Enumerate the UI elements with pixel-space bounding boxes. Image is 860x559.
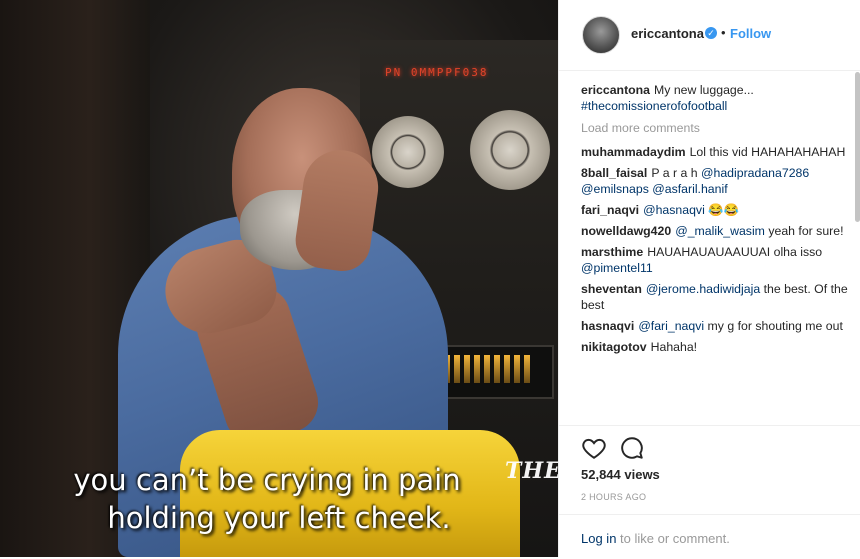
vu-meter-panel bbox=[430, 345, 554, 399]
comment-mention[interactable]: @asfaril.hanif bbox=[652, 182, 727, 196]
led-readout: PN 0MMPPF038 bbox=[385, 66, 489, 79]
comment-row: fari_naqvi @hasnaqvi 😂😂 bbox=[581, 202, 851, 218]
comment-row: muhammadaydim Lol this vid HAHAHAHAHAH bbox=[581, 144, 851, 160]
comment-username[interactable]: sheventan bbox=[581, 282, 642, 296]
comment-bubble-icon[interactable] bbox=[619, 435, 645, 461]
post-caption: ericcantona My new luggage... #thecomissi… bbox=[581, 82, 851, 114]
comment-row: marsthime HAUAHAUAUAAUUAI olha isso @pime… bbox=[581, 244, 851, 276]
post-timestamp[interactable]: 2 HOURS AGO bbox=[581, 492, 646, 502]
comment-username[interactable]: muhammadaydim bbox=[581, 145, 686, 159]
post-actions: 52,844 views 2 HOURS AGO Log in to like … bbox=[559, 425, 860, 558]
comment-text: yeah for sure! bbox=[764, 224, 844, 238]
comment-mention[interactable]: @hasnaqvi bbox=[643, 203, 705, 217]
video-subtitle-line-2: holding your left cheek. bbox=[107, 501, 451, 535]
comment-mention[interactable]: @_malik_wasim bbox=[675, 224, 765, 238]
comment-text: HAUAHAUAUAAUUAI olha isso bbox=[647, 245, 823, 259]
follow-button[interactable]: Follow bbox=[730, 26, 771, 41]
comment-mention[interactable]: @jerome.hadiwidjaja bbox=[646, 282, 760, 296]
post-side-panel: ericcantona ✓ • Follow ericcantona My new… bbox=[558, 0, 860, 557]
comment-username[interactable]: fari_naqvi bbox=[581, 203, 639, 217]
verified-badge-icon: ✓ bbox=[705, 27, 717, 39]
comment-mention[interactable]: @pimentel11 bbox=[581, 261, 653, 275]
login-link[interactable]: Log in bbox=[581, 531, 616, 546]
login-bar: Log in to like or comment. bbox=[559, 514, 860, 559]
comment-username[interactable]: hasnaqvi bbox=[581, 319, 634, 333]
comment-text: Hahaha! bbox=[650, 340, 698, 354]
tape-reel-left bbox=[372, 116, 444, 188]
load-more-comments-link[interactable]: Load more comments bbox=[581, 120, 851, 136]
comment-text: 😂😂 bbox=[704, 203, 739, 217]
comment-text: P a r a h bbox=[651, 166, 701, 180]
comment-row: sheventan @jerome.hadiwidjaja the best. O… bbox=[581, 281, 851, 313]
header-username[interactable]: ericcantona bbox=[631, 26, 704, 41]
comment-text: Lol this vid HAHAHAHAHAH bbox=[689, 145, 846, 159]
comments-scrollbar-thumb[interactable] bbox=[855, 72, 860, 222]
header-separator: • bbox=[721, 25, 726, 40]
comment-username[interactable]: nowelldawg420 bbox=[581, 224, 671, 238]
video-subtitle-line-1: you can’t be crying in pain bbox=[73, 463, 461, 497]
caption-hashtag[interactable]: #thecomissionerofofootball bbox=[581, 99, 727, 113]
view-count[interactable]: 52,844 views bbox=[581, 467, 660, 482]
login-prompt: Log in to like or comment. bbox=[581, 531, 730, 546]
post-header: ericcantona ✓ • Follow bbox=[559, 0, 860, 71]
comment-row: nowelldawg420 @_malik_wasim yeah for sure… bbox=[581, 223, 851, 239]
comments-list: ericcantona My new luggage... #thecomissi… bbox=[581, 82, 851, 360]
post-video[interactable]: PN 0MMPPF038 THE you can’t be crying in … bbox=[0, 0, 558, 557]
comment-row: nikitagotov Hahaha! bbox=[581, 339, 851, 355]
comment-username[interactable]: marsthime bbox=[581, 245, 643, 259]
comment-mention[interactable]: @fari_naqvi bbox=[638, 319, 704, 333]
comment-username[interactable]: 8ball_faisal bbox=[581, 166, 647, 180]
caption-text: My new luggage... bbox=[654, 83, 754, 97]
caption-username[interactable]: ericcantona bbox=[581, 83, 650, 97]
login-prompt-text: to like or comment. bbox=[616, 531, 730, 546]
heart-icon[interactable] bbox=[581, 435, 607, 461]
comment-mention[interactable]: @emilsnaps bbox=[581, 182, 649, 196]
tape-reel-right bbox=[470, 110, 550, 190]
comment-mention[interactable]: @hadipradana7286 bbox=[701, 166, 809, 180]
comment-row: 8ball_faisal P a r a h @hadipradana7286 @… bbox=[581, 165, 851, 197]
comment-row: hasnaqvi @fari_naqvi my g for shouting me… bbox=[581, 318, 851, 334]
comment-username[interactable]: nikitagotov bbox=[581, 340, 647, 354]
comment-text: my g for shouting me out bbox=[704, 319, 843, 333]
avatar[interactable] bbox=[582, 16, 620, 54]
